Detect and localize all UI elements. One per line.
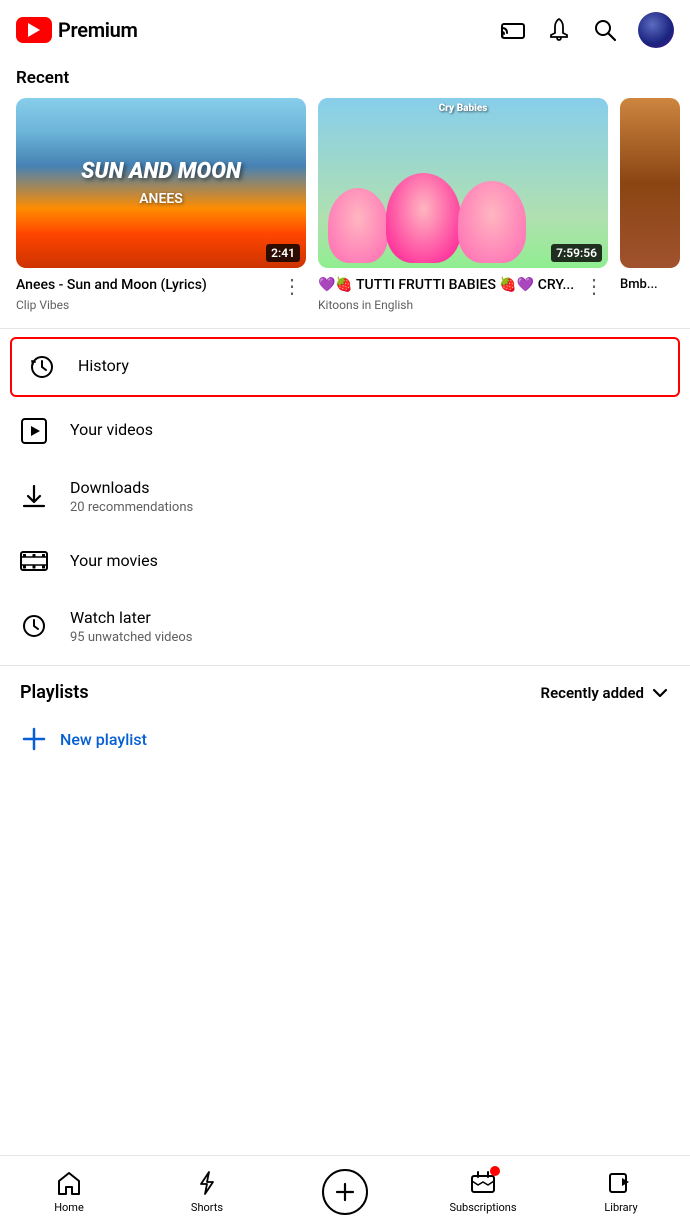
nav-home-label: Home: [54, 1201, 84, 1214]
video-title: 💜🍓 TUTTI FRUTTI BABIES 🍓💜 CRY...: [318, 276, 574, 296]
watch-later-icon: [20, 612, 48, 640]
video-card[interactable]: Bmb...: [620, 98, 680, 312]
your-videos-label: Your videos: [70, 419, 670, 441]
your-videos-menu-item[interactable]: Your videos: [0, 401, 690, 461]
your-videos-text: Your videos: [70, 419, 670, 441]
nav-library-label: Library: [604, 1201, 637, 1214]
more-options-button[interactable]: ⋮: [580, 276, 608, 296]
history-label: History: [78, 355, 662, 377]
watch-later-text: Watch later 95 unwatched videos: [70, 607, 670, 645]
nav-home[interactable]: Home: [0, 1161, 138, 1222]
header-actions: [500, 12, 674, 48]
new-playlist-button[interactable]: New playlist: [0, 715, 690, 769]
sort-label: Recently added: [541, 684, 644, 702]
yt-icon: [16, 17, 52, 43]
history-text: History: [78, 355, 662, 377]
subscriptions-icon: [469, 1169, 497, 1197]
recent-videos-list: SUN AND MOON ANEES 2:41 Anees - Sun and …: [0, 98, 690, 328]
video-title: Bmb...: [620, 276, 680, 294]
play-icon: [20, 417, 48, 445]
search-icon[interactable]: [592, 17, 618, 43]
home-icon: [55, 1169, 83, 1197]
history-menu-item[interactable]: History: [10, 337, 680, 397]
video-channel: Kitoons in English: [318, 298, 574, 312]
history-icon: [28, 353, 56, 381]
nav-subscriptions[interactable]: Subscriptions: [414, 1161, 552, 1222]
watch-later-subtitle: 95 unwatched videos: [70, 630, 670, 645]
video-card[interactable]: Cry Babies 7:59:56 💜🍓 TUTTI FRUTTI BABIE…: [318, 98, 608, 312]
sort-button[interactable]: Recently added: [541, 683, 670, 703]
video-title: Anees - Sun and Moon (Lyrics): [16, 276, 207, 296]
watch-later-menu-item[interactable]: Watch later 95 unwatched videos: [0, 591, 690, 661]
your-movies-label: Your movies: [70, 550, 670, 572]
movies-icon: [20, 547, 48, 575]
downloads-subtitle: 20 recommendations: [70, 500, 670, 515]
bottom-navigation: Home Shorts: [0, 1155, 690, 1227]
nav-shorts[interactable]: Shorts: [138, 1161, 276, 1222]
notification-badge: [490, 1166, 500, 1176]
video-card[interactable]: SUN AND MOON ANEES 2:41 Anees - Sun and …: [16, 98, 306, 312]
video-channel: Clip Vibes: [16, 298, 207, 312]
chevron-down-icon: [650, 683, 670, 703]
download-icon: [20, 482, 48, 510]
your-movies-menu-item[interactable]: Your movies: [0, 531, 690, 591]
playlists-header: Playlists Recently added: [0, 666, 690, 715]
new-playlist-label: New playlist: [60, 730, 147, 749]
video-thumbnail: Cry Babies 7:59:56: [318, 98, 608, 268]
downloads-label: Downloads: [70, 477, 670, 499]
nav-create[interactable]: [276, 1161, 414, 1223]
nav-subscriptions-label: Subscriptions: [449, 1201, 516, 1214]
recent-section-label: Recent: [0, 60, 690, 98]
avatar[interactable]: [638, 12, 674, 48]
bell-icon[interactable]: [546, 17, 572, 43]
playlists-title: Playlists: [20, 682, 89, 703]
add-icon[interactable]: [322, 1169, 368, 1215]
menu-list: History Your videos Downloads 20 recomme…: [0, 329, 690, 666]
youtube-logo[interactable]: Premium: [16, 17, 138, 43]
thumb-logo: Cry Babies: [439, 103, 488, 114]
thumb-artist-overlay: ANEES: [139, 191, 183, 207]
plus-icon: [20, 725, 48, 753]
video-info: 💜🍓 TUTTI FRUTTI BABIES 🍓💜 CRY... Kitoons…: [318, 268, 608, 312]
shorts-icon: [193, 1169, 221, 1197]
downloads-menu-item[interactable]: Downloads 20 recommendations: [0, 461, 690, 531]
duration-badge: 7:59:56: [551, 244, 602, 262]
duration-badge: 2:41: [266, 244, 300, 262]
video-text: 💜🍓 TUTTI FRUTTI BABIES 🍓💜 CRY... Kitoons…: [318, 276, 574, 312]
downloads-text: Downloads 20 recommendations: [70, 477, 670, 515]
nav-shorts-label: Shorts: [191, 1201, 223, 1214]
library-icon: [607, 1169, 635, 1197]
app-title: Premium: [58, 18, 138, 42]
more-options-button[interactable]: ⋮: [278, 276, 306, 296]
logo-area: Premium: [16, 17, 138, 43]
video-text: Anees - Sun and Moon (Lyrics) Clip Vibes: [16, 276, 207, 312]
watch-later-label: Watch later: [70, 607, 670, 629]
header: Premium: [0, 0, 690, 60]
your-movies-text: Your movies: [70, 550, 670, 572]
thumb-title-overlay: SUN AND MOON: [81, 159, 241, 185]
nav-library[interactable]: Library: [552, 1161, 690, 1222]
video-thumbnail: SUN AND MOON ANEES 2:41: [16, 98, 306, 268]
cast-icon[interactable]: [500, 17, 526, 43]
video-info: Anees - Sun and Moon (Lyrics) Clip Vibes…: [16, 268, 306, 312]
